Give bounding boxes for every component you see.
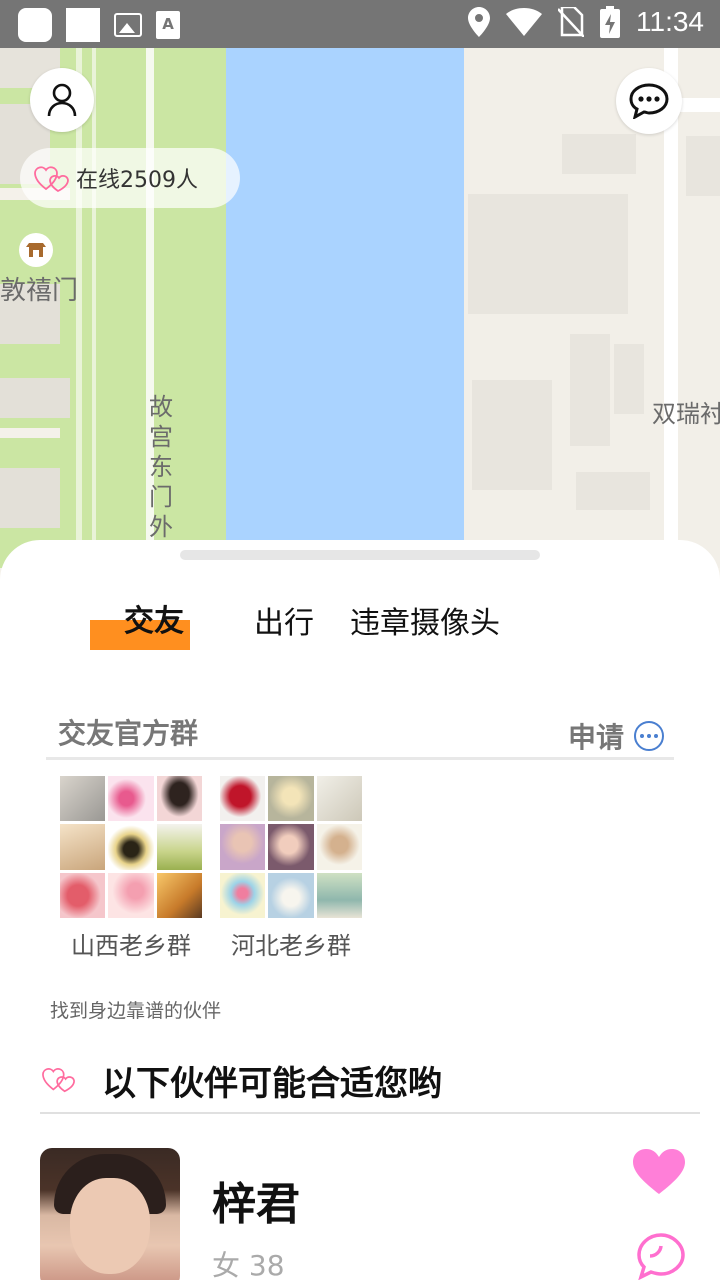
group-name: 山西老乡群: [71, 932, 191, 960]
messages-button[interactable]: [616, 68, 682, 134]
battery-charging-icon: [600, 6, 620, 38]
user-icon: [47, 83, 77, 117]
image-notification-icon: [114, 13, 142, 37]
person-avatar[interactable]: [40, 1148, 180, 1280]
chat-bubble-icon: [629, 83, 669, 119]
message-bubble-icon[interactable]: [636, 1232, 686, 1280]
official-group-header: 交友官方群 申请: [46, 708, 674, 760]
suggestion-header: 以下伙伴可能合适您哟: [40, 1050, 700, 1114]
suggestion-title: 以下伙伴可能合适您哟: [102, 1064, 442, 1104]
status-bar: A 11:34: [0, 0, 720, 48]
online-count-pill: 在线2509人: [20, 148, 240, 208]
notification-square-icon: [66, 8, 100, 42]
tab-weizhang[interactable]: 违章摄像头: [350, 598, 500, 642]
map-label-gate: 敦禧门: [0, 276, 79, 306]
apply-label: 申请: [567, 721, 624, 754]
find-partner-subtitle: 找到身边靠谱的伙伴: [50, 1000, 222, 1022]
group-item[interactable]: 山西老乡群: [60, 776, 202, 961]
person-name: 梓君: [212, 1179, 300, 1230]
text-notification-icon: A: [156, 11, 180, 39]
group-avatar-mosaic: [60, 776, 202, 918]
tab-chuxing[interactable]: 出行: [254, 598, 314, 642]
online-count-label: 在线2509人: [76, 168, 198, 193]
map-view[interactable]: [0, 48, 720, 568]
map-label-east-gate: 故宫东门外: [149, 393, 173, 541]
clock: 11:34: [636, 6, 704, 37]
person-gender-age: 女 38: [212, 1249, 285, 1280]
hearts-icon: [34, 166, 69, 193]
palace-landmark-icon[interactable]: [18, 232, 54, 268]
no-sim-icon: [558, 7, 584, 37]
bottom-sheet: 交友 出行 违章摄像头 交友官方群 申请 山西老乡群 河北老乡群 找到身边靠谱的…: [0, 540, 720, 1280]
more-dots-icon: [634, 721, 664, 751]
group-list: 山西老乡群 河北老乡群: [60, 776, 362, 961]
group-item[interactable]: 河北老乡群: [220, 776, 362, 961]
map-label-shuangrui: 双瑞衬: [652, 400, 720, 428]
like-heart-icon[interactable]: [632, 1148, 686, 1196]
wifi-icon: [506, 8, 542, 36]
group-avatar-mosaic: [220, 776, 362, 918]
tab-jiaoyou[interactable]: 交友: [124, 596, 184, 640]
person-card[interactable]: 梓君 女 38: [40, 1148, 700, 1280]
sheet-drag-handle[interactable]: [180, 550, 540, 560]
notification-app-icon: [18, 8, 52, 42]
tab-bar: 交友 出行 违章摄像头: [0, 596, 720, 656]
location-icon: [468, 7, 490, 37]
profile-button[interactable]: [30, 68, 94, 132]
apply-button[interactable]: 申请: [568, 716, 664, 756]
official-group-title: 交友官方群: [58, 717, 199, 750]
group-name: 河北老乡群: [231, 932, 351, 960]
hearts-icon: [42, 1068, 75, 1093]
